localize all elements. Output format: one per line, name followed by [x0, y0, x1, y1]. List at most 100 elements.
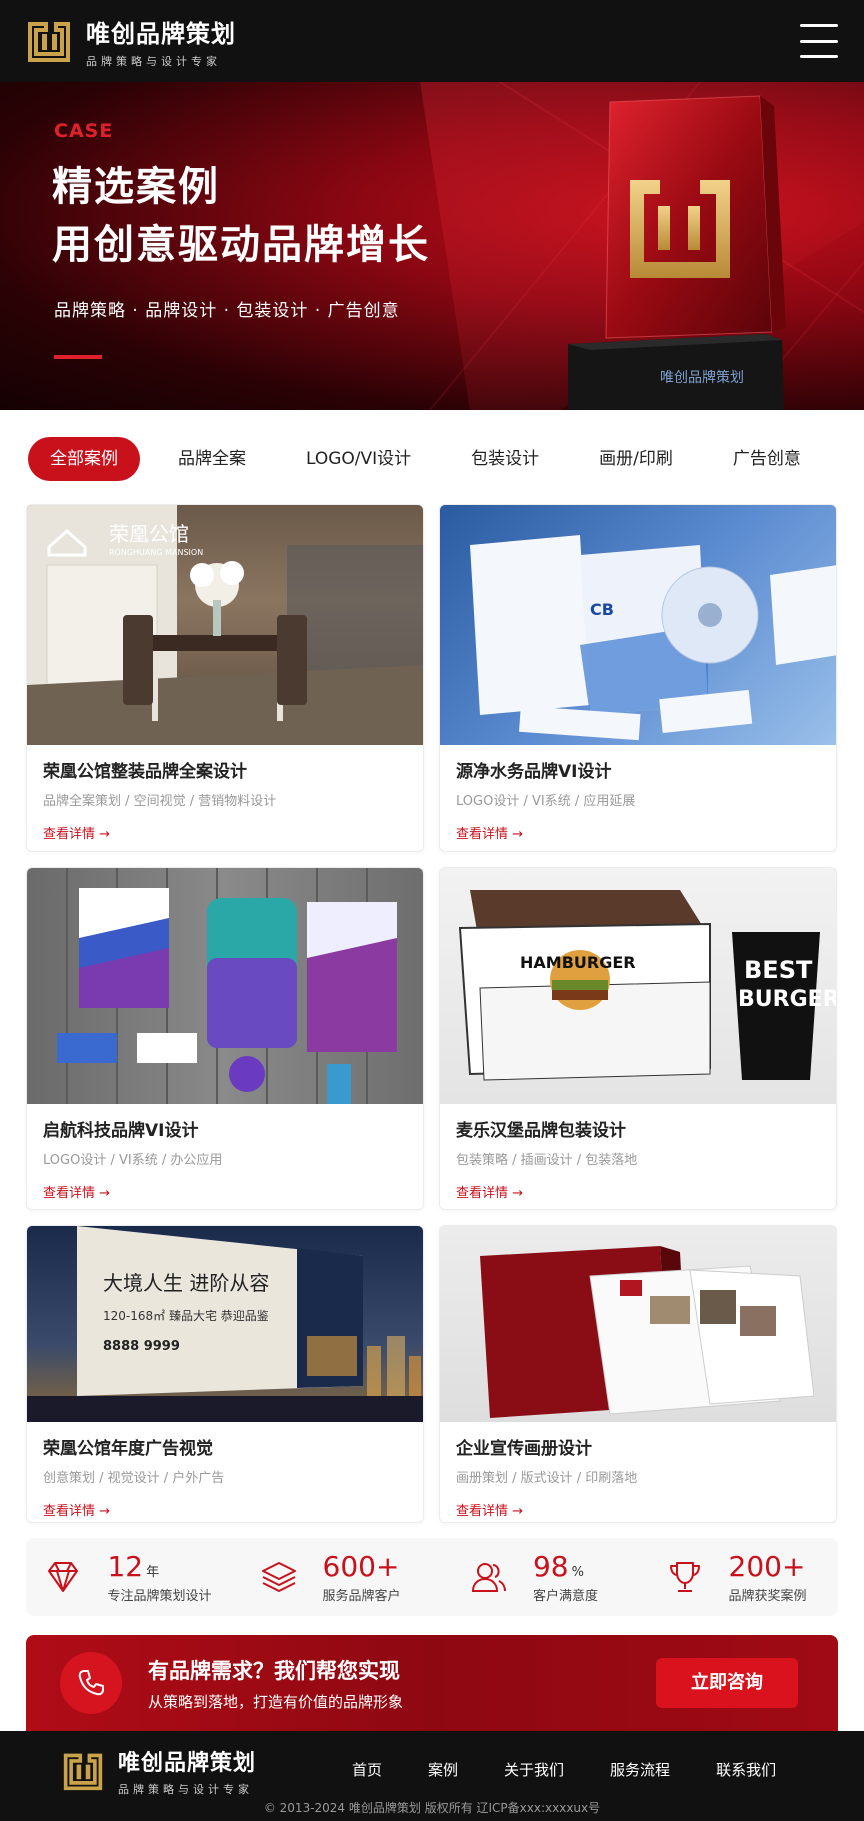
case-tags: 画册策划 / 版式设计 / 印刷落地 — [456, 1471, 638, 1486]
tab-ad-creative[interactable]: 广告创意 — [711, 437, 823, 481]
case-card[interactable]: HAMBURGER BEST BURGER 麦乐汉堡品牌包装设计 包装策略 / … — [439, 867, 837, 1210]
hamburger-icon[interactable] — [800, 24, 838, 58]
cta-subtitle: 从策略到落地，打造有价值的品牌形象 — [148, 1693, 404, 1711]
case-card-body: 荣凰公馆年度广告视觉 创意策划 / 视觉设计 / 户外广告 查看详情 → — [27, 1422, 423, 1519]
stat-item: 200+ 品牌获奖案例 — [635, 1550, 838, 1604]
tab-logo-vi[interactable]: LOGO/VI设计 — [284, 437, 433, 481]
case-image-board-line2: 120-168㎡ 臻品大宅 恭迎品鉴 — [103, 1308, 269, 1323]
case-image — [27, 868, 423, 1104]
stats-bar: 12 年 专注品牌策划设计 600+ 服务品牌客户 98% 客户满意度 200+ … — [26, 1538, 838, 1616]
hero-banner: CASE 精选案例 用创意驱动品牌增长 品牌策略 · 品牌设计 · 包装设计 ·… — [0, 82, 864, 410]
stat-label: 服务品牌客户 — [322, 1589, 401, 1604]
stat-unit: 年 — [146, 1565, 160, 1580]
case-card[interactable]: 大境人生 进阶从容 120-168㎡ 臻品大宅 恭迎品鉴 8888 9999 荣… — [26, 1225, 424, 1523]
stat-item: 12 年 专注品牌策划设计 — [26, 1550, 229, 1604]
view-details-link[interactable]: 查看详情 → — [456, 1500, 523, 1519]
case-image: 荣凰公馆 RONGHUANG MANSION — [27, 505, 423, 745]
case-card-body: 荣凰公馆整装品牌全案设计 品牌全案策划 / 空间视觉 / 营销物料设计 查看详情… — [27, 745, 423, 842]
case-image-cup-line1: BEST — [744, 956, 813, 984]
stat-number: 98 — [532, 1550, 569, 1583]
case-tags: 创意策划 / 视觉设计 / 户外广告 — [43, 1471, 225, 1486]
hero-accent-bar — [54, 355, 102, 359]
case-card[interactable]: 企业宣传画册设计 画册策划 / 版式设计 / 印刷落地 查看详情 → — [439, 1225, 837, 1523]
case-card[interactable]: 荣凰公馆 RONGHUANG MANSION 荣凰公馆整装品牌全案设计 品牌全案… — [26, 504, 424, 852]
brand-logo-icon[interactable] — [26, 18, 72, 64]
stat-label: 客户满意度 — [532, 1589, 598, 1604]
footer-brand-name: 唯创品牌策划 — [118, 1751, 257, 1776]
stat-label: 专注品牌策划设计 — [107, 1589, 212, 1604]
case-tags: 包装策略 / 插画设计 / 包装落地 — [456, 1153, 638, 1168]
trophy-label: 唯创品牌策划 — [660, 369, 744, 386]
trophy-image: 唯创品牌策划 — [568, 95, 786, 410]
case-image-brand: 荣凰公馆 — [109, 522, 189, 546]
tab-brochure-print[interactable]: 画册/印刷 — [577, 437, 695, 481]
tab-packaging[interactable]: 包装设计 — [449, 437, 561, 481]
stat-number: 12 — [107, 1550, 144, 1583]
layers-icon — [261, 1562, 296, 1592]
case-card-body: 麦乐汉堡品牌包装设计 包装策略 / 插画设计 / 包装落地 查看详情 → — [440, 1104, 836, 1201]
case-image: HAMBURGER BEST BURGER — [440, 868, 836, 1104]
tab-all-cases[interactable]: 全部案例 — [28, 437, 140, 481]
case-title: 荣凰公馆年度广告视觉 — [43, 1439, 213, 1459]
case-tags: LOGO设计 / VI系统 / 办公应用 — [43, 1153, 223, 1168]
view-details-link[interactable]: 查看详情 → — [456, 823, 523, 842]
footer-brand-tagline: 品牌策略与设计专家 — [118, 1783, 253, 1796]
phone-icon[interactable] — [60, 1652, 122, 1714]
stat-number: 200+ — [728, 1550, 806, 1583]
hero-services: 品牌策略 · 品牌设计 · 包装设计 · 广告创意 — [54, 301, 400, 321]
consult-now-button[interactable]: 立即咨询 — [656, 1658, 798, 1708]
stat-item: 98% 客户满意度 — [432, 1550, 635, 1604]
case-image-cup-line2: BURGER — [738, 987, 836, 1012]
stat-number: 600+ — [322, 1550, 400, 1583]
case-title: 荣凰公馆整装品牌全案设计 — [43, 762, 247, 782]
case-image-board-line3: 8888 9999 — [103, 1339, 180, 1354]
cta-title: 有品牌需求？我们帮您实现 — [148, 1659, 400, 1683]
svg-text:CB: CB — [590, 600, 614, 619]
stat-label: 品牌获奖案例 — [728, 1589, 807, 1604]
case-image: CB — [440, 505, 836, 745]
users-icon — [471, 1563, 506, 1592]
site-header: 唯创品牌策划 品牌策略与设计专家 — [0, 0, 864, 82]
hero-eyebrow: CASE — [54, 120, 114, 142]
view-details-link[interactable]: 查看详情 → — [456, 1182, 523, 1201]
view-details-link[interactable]: 查看详情 → — [43, 1182, 110, 1201]
diamond-icon — [48, 1562, 79, 1592]
case-title: 源净水务品牌VI设计 — [456, 762, 612, 782]
trophy-icon — [669, 1562, 700, 1592]
footer-nav-contact[interactable]: 联系我们 — [716, 1759, 776, 1780]
footer-logo-icon — [63, 1753, 103, 1791]
copyright: © 2013-2024 唯创品牌策划 版权所有 辽ICP备xxx:xxxxux号 — [263, 1801, 601, 1815]
footer-nav-about[interactable]: 关于我们 — [504, 1759, 564, 1780]
stat-unit: % — [571, 1565, 584, 1580]
view-details-link[interactable]: 查看详情 → — [43, 1500, 110, 1519]
case-image-brand-sub: RONGHUANG MANSION — [109, 548, 203, 557]
case-title: 启航科技品牌VI设计 — [43, 1121, 199, 1141]
case-image — [440, 1226, 836, 1422]
footer-nav-process[interactable]: 服务流程 — [610, 1759, 670, 1780]
case-card[interactable]: 启航科技品牌VI设计 LOGO设计 / VI系统 / 办公应用 查看详情 → — [26, 867, 424, 1210]
footer-nav: 首页 案例 关于我们 服务流程 联系我们 — [352, 1759, 822, 1780]
case-card[interactable]: CB 源净水务品牌VI设计 LOGO设计 / VI系统 / 应用延展 查看详情 … — [439, 504, 837, 852]
case-image-brand: HAMBURGER — [520, 953, 636, 972]
footer-nav-home[interactable]: 首页 — [352, 1759, 382, 1780]
hero-title: 精选案例 用创意驱动品牌增长 — [52, 158, 430, 274]
case-card-body: 启航科技品牌VI设计 LOGO设计 / VI系统 / 办公应用 查看详情 → — [27, 1104, 423, 1201]
footer-brand-text: 唯创品牌策划 品牌策略与设计专家 — [118, 1745, 256, 1797]
case-title: 麦乐汉堡品牌包装设计 — [456, 1121, 626, 1141]
stat-item: 600+ 服务品牌客户 — [229, 1550, 432, 1604]
case-tags: LOGO设计 / VI系统 / 应用延展 — [456, 794, 636, 809]
brand-tagline: 品牌策略与设计专家 — [86, 54, 221, 68]
case-image: 大境人生 进阶从容 120-168㎡ 臻品大宅 恭迎品鉴 8888 9999 — [27, 1226, 423, 1422]
brand-name: 唯创品牌策划 — [86, 19, 236, 48]
brand-text: 唯创品牌策划 品牌策略与设计专家 — [86, 14, 236, 69]
case-card-body: 企业宣传画册设计 画册策划 / 版式设计 / 印刷落地 查看详情 → — [440, 1422, 836, 1519]
footer-brand[interactable]: 唯创品牌策划 品牌策略与设计专家 — [62, 1745, 256, 1797]
view-details-link[interactable]: 查看详情 → — [43, 823, 110, 842]
contact-cta-banner: 有品牌需求？我们帮您实现 从策略到落地，打造有价值的品牌形象 立即咨询 — [26, 1635, 838, 1731]
case-title: 企业宣传画册设计 — [456, 1439, 592, 1459]
tab-brand-full[interactable]: 品牌全案 — [156, 437, 268, 481]
case-filter-tabs: 全部案例 品牌全案 LOGO/VI设计 包装设计 画册/印刷 广告创意 — [0, 410, 864, 508]
site-footer: 唯创品牌策划 品牌策略与设计专家 首页 案例 关于我们 服务流程 联系我们 © … — [0, 1731, 864, 1821]
footer-nav-cases[interactable]: 案例 — [428, 1759, 458, 1780]
hero-title-line2: 用创意驱动品牌增长 — [52, 222, 430, 268]
